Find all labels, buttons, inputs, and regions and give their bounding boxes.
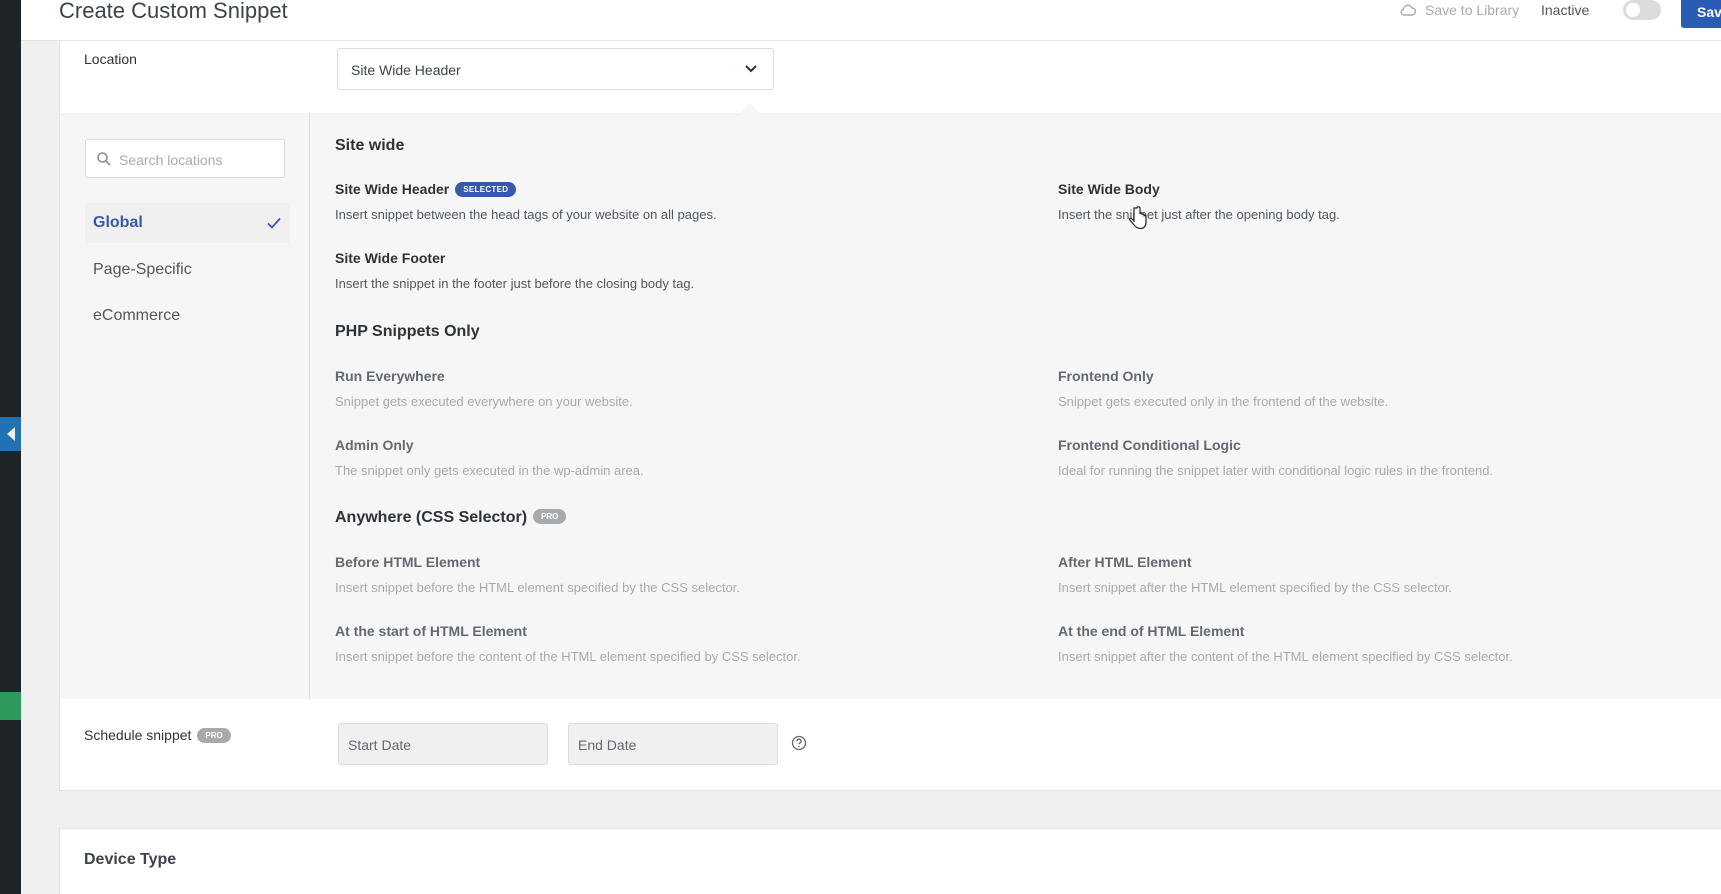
option-title: Run Everywhere	[335, 368, 445, 384]
page-title: Create Custom Snippet	[59, 0, 288, 23]
category-ecommerce[interactable]: eCommerce	[85, 296, 290, 336]
option-description: The snippet only gets executed in the wp…	[335, 463, 644, 478]
collapse-menu-tab[interactable]	[0, 417, 21, 451]
arrow-left-icon	[7, 427, 15, 441]
device-type-title: Device Type	[84, 851, 177, 868]
option-description: Insert snippet after the HTML element sp…	[1058, 580, 1453, 595]
location-picker-panel: Search locations Global Page-Specific eC…	[60, 113, 1721, 699]
toggle-knob	[1626, 3, 1640, 17]
search-locations-input[interactable]: Search locations	[85, 139, 285, 178]
category-global[interactable]: Global	[85, 203, 290, 243]
option-title: Before HTML Element	[335, 554, 481, 570]
section-title-php-only: PHP Snippets Only	[335, 323, 480, 340]
help-icon[interactable]	[791, 735, 807, 751]
active-toggle[interactable]	[1623, 0, 1661, 20]
device-type-card	[59, 828, 1721, 894]
location-select[interactable]: Site Wide Header	[337, 48, 774, 90]
option-description: Insert snippet after the content of the …	[1058, 649, 1513, 664]
option-title: Frontend Only	[1058, 368, 1154, 384]
option-description: Ideal for running the snippet later with…	[1058, 463, 1494, 478]
category-label: Page-Specific	[93, 261, 192, 278]
start-date-input[interactable]: Start Date	[338, 723, 548, 765]
option-description: Insert snippet before the content of the…	[335, 649, 801, 664]
status-label: Inactive	[1541, 2, 1590, 18]
search-icon	[97, 152, 111, 166]
option-title: Frontend Conditional Logic	[1058, 437, 1241, 453]
option-title: After HTML Element	[1058, 554, 1192, 570]
category-label: eCommerce	[93, 307, 181, 324]
top-bar: Create Custom Snippet Save to Library In…	[21, 0, 1721, 41]
check-icon	[267, 217, 281, 229]
pro-badge: PRO	[197, 727, 231, 743]
category-page-specific[interactable]: Page-Specific	[85, 250, 290, 290]
option-title: At the start of HTML Element	[335, 623, 527, 639]
location-categories: Search locations Global Page-Specific eC…	[60, 113, 310, 699]
selected-badge: SELECTED	[455, 181, 517, 197]
sidebar-indicator	[0, 692, 21, 720]
cursor-icon	[1128, 206, 1147, 230]
option-title: Site Wide Body	[1058, 181, 1160, 197]
option-title: Site Wide Footer	[335, 250, 446, 266]
wp-admin-sidebar	[0, 0, 21, 894]
category-label: Global	[93, 214, 143, 231]
option-title: Site Wide Header SELECTED	[335, 181, 517, 198]
end-date-input[interactable]: End Date	[568, 723, 778, 765]
location-selected-value: Site Wide Header	[351, 62, 461, 78]
dropdown-caret	[740, 103, 760, 113]
option-description: Insert snippet before the HTML element s…	[335, 580, 740, 595]
save-to-library-label: Save to Library	[1425, 2, 1520, 18]
search-placeholder: Search locations	[119, 152, 223, 168]
section-title-text: Anywhere (CSS Selector)	[335, 509, 528, 526]
option-description: Snippet gets executed everywhere on your…	[335, 394, 633, 409]
cloud-icon	[1400, 4, 1417, 16]
option-title-text: Site Wide Header	[335, 181, 450, 197]
option-description: Snippet gets executed only in the fronte…	[1058, 394, 1389, 409]
option-description: Insert the snippet just after the openin…	[1058, 207, 1340, 222]
start-date-placeholder: Start Date	[348, 737, 412, 753]
schedule-label: Schedule snippet PRO	[84, 727, 231, 744]
schedule-label-text: Schedule snippet	[84, 727, 192, 743]
option-title: Admin Only	[335, 437, 414, 453]
section-title-site-wide: Site wide	[335, 137, 405, 154]
save-snippet-button[interactable]: Save S	[1681, 0, 1721, 28]
chevron-down-icon	[745, 65, 757, 73]
pro-badge: PRO	[533, 509, 567, 525]
save-to-library-button[interactable]: Save to Library	[1399, 2, 1519, 18]
section-title-css-selector: Anywhere (CSS Selector) PRO	[335, 509, 567, 527]
end-date-placeholder: End Date	[578, 737, 637, 753]
option-title: At the end of HTML Element	[1058, 623, 1245, 639]
option-description: Insert the snippet in the footer just be…	[335, 276, 695, 291]
location-label: Location	[84, 51, 137, 67]
option-description: Insert snippet between the head tags of …	[335, 207, 717, 222]
